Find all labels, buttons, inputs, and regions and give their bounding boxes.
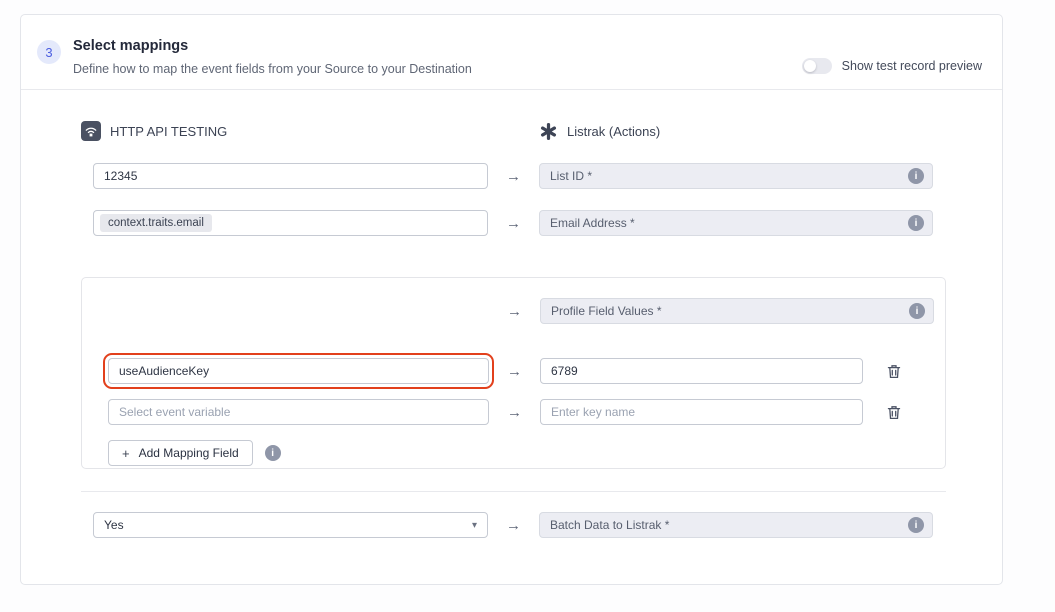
arrow-icon: → [489,363,540,380]
arrow-icon: → [489,404,540,421]
profile-field-values-destination-field: Profile Field Values * i [540,298,934,324]
mapping-value-input[interactable] [540,358,863,384]
page-subtitle: Define how to map the event fields from … [73,62,472,76]
trash-icon [887,405,901,420]
page-title: Select mappings [73,38,472,54]
mapping-key-input[interactable] [108,358,489,384]
trash-icon [887,364,901,379]
mappings-body: HTTP API TESTING Listrak (Actions) → Lis… [21,90,1002,538]
batch-data-selected-value: Yes [104,518,124,532]
batch-data-destination-field: Batch Data to Listrak * i [539,512,933,538]
arrow-icon: → [488,215,539,232]
info-icon[interactable]: i [909,303,925,319]
delete-mapping-button[interactable] [885,403,903,422]
info-icon[interactable]: i [265,445,281,461]
profile-field-values-group: → Profile Field Values * i → [81,277,946,469]
select-mappings-card: 3 Select mappings Define how to map the … [20,14,1003,585]
arrow-icon: → [488,168,539,185]
section-divider [81,491,946,492]
destination-field-label: Email Address * [550,216,635,230]
destination-name: Listrak (Actions) [567,124,660,139]
card-header: 3 Select mappings Define how to map the … [21,15,1002,90]
toggle-label: Show test record preview [842,59,982,73]
caret-down-icon: ▾ [472,520,477,531]
event-variable-token[interactable]: context.traits.email [100,214,212,232]
destination-field-label: Batch Data to Listrak * [550,518,669,532]
email-destination-field: Email Address * i [539,210,933,236]
batch-data-select[interactable]: Yes ▾ [93,512,488,538]
add-mapping-field-label: Add Mapping Field [139,446,239,460]
list-id-destination-field: List ID * i [539,163,933,189]
info-icon[interactable]: i [908,168,924,184]
list-id-source-input[interactable] [93,163,488,189]
email-source-input[interactable]: context.traits.email [93,210,488,236]
listrak-logo-icon [539,122,558,141]
source-name: HTTP API TESTING [110,124,227,139]
info-icon[interactable]: i [908,517,924,533]
step-number-badge: 3 [37,40,61,64]
http-api-source-icon [81,121,101,141]
arrow-icon: → [489,303,540,320]
plus-icon: + [122,446,130,461]
mapping-key-input[interactable] [108,399,489,425]
arrow-icon: → [488,517,539,534]
destination-field-label: Profile Field Values * [551,304,662,318]
info-icon[interactable]: i [908,215,924,231]
delete-mapping-button[interactable] [885,362,903,381]
add-mapping-field-button[interactable]: + Add Mapping Field [108,440,253,466]
show-test-record-preview-toggle[interactable] [802,58,832,74]
destination-field-label: List ID * [550,169,592,183]
toggle-knob [804,60,816,72]
mapping-value-input[interactable] [540,399,863,425]
